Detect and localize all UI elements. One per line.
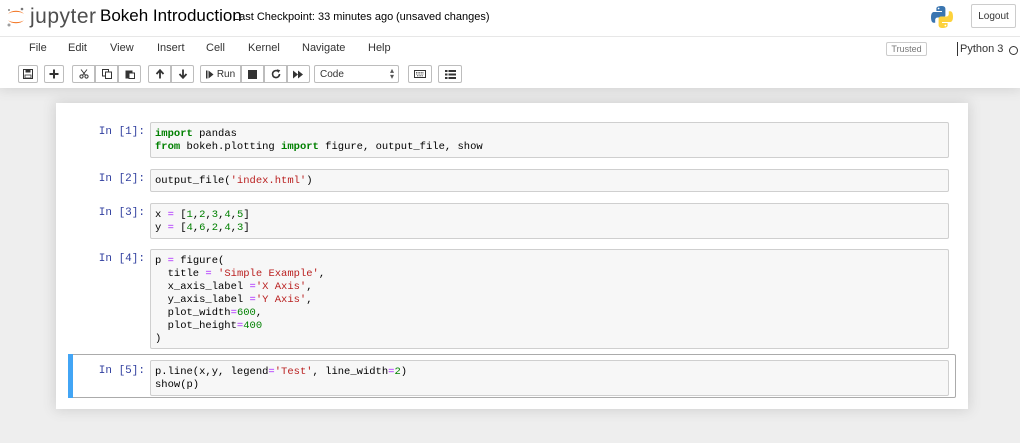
move-up-button[interactable] xyxy=(148,65,171,83)
menu-bar: File Edit View Insert Cell Kernel Naviga… xyxy=(0,36,1020,60)
menu-navigate[interactable]: Navigate xyxy=(302,42,345,54)
restart-button[interactable] xyxy=(264,65,287,83)
jupyter-logo[interactable]: jupyter xyxy=(6,5,97,28)
arrow-up-icon xyxy=(155,69,164,79)
kernel-separator xyxy=(957,42,958,56)
code-cell[interactable]: In [2]: output_file('index.html') xyxy=(68,167,956,194)
notebook-container: In [1]: import pandas from bokeh.plottin… xyxy=(56,103,968,409)
restart-run-all-button[interactable] xyxy=(287,65,310,83)
code-input[interactable]: p.line(x,y, legend='Test', line_width=2)… xyxy=(150,360,949,396)
trusted-indicator[interactable]: Trusted xyxy=(886,42,927,56)
copy-button[interactable] xyxy=(95,65,118,83)
menu-edit[interactable]: Edit xyxy=(68,42,87,54)
code-token: ] xyxy=(243,222,250,234)
logo-text: jupyter xyxy=(30,5,97,28)
code-token: bokeh.plotting xyxy=(180,141,282,153)
menu-kernel[interactable]: Kernel xyxy=(248,42,280,54)
code-token: pandas xyxy=(199,128,237,140)
run-label: Run xyxy=(216,68,236,80)
kernel-idle-indicator xyxy=(1009,46,1018,55)
step-forward-icon xyxy=(205,70,214,78)
fast-forward-icon xyxy=(293,70,303,78)
input-prompt: In [3]: xyxy=(98,207,145,219)
input-prompt: In [5]: xyxy=(98,365,145,377)
code-token: 'Simple Example' xyxy=(218,268,319,280)
code-token: import xyxy=(281,141,319,153)
interrupt-button[interactable] xyxy=(241,65,264,83)
code-cell[interactable]: In [3]: x = [1,2,3,4,5] y = [4,6,2,4,3] xyxy=(68,201,956,241)
logout-button[interactable]: Logout xyxy=(971,4,1016,28)
cell-type-value: Code xyxy=(320,68,344,80)
run-button[interactable]: Run xyxy=(200,65,241,83)
autosave-status: (unsaved changes) xyxy=(396,11,490,23)
code-token: 'index.html' xyxy=(230,175,307,187)
code-input[interactable]: x = [1,2,3,4,5] y = [4,6,2,4,3] xyxy=(150,203,949,239)
insert-cell-button[interactable] xyxy=(44,65,64,83)
code-token: ) xyxy=(306,175,313,187)
command-palette-button[interactable] xyxy=(408,65,432,83)
menu-insert[interactable]: Insert xyxy=(157,42,185,54)
code-token: 'X Axis' xyxy=(255,281,307,293)
menu-file[interactable]: File xyxy=(29,42,47,54)
cell-type-select[interactable]: Code ▴ ▾ xyxy=(314,65,399,83)
arrow-down-icon xyxy=(178,69,187,79)
input-prompt: In [2]: xyxy=(98,173,145,185)
code-token: 600 xyxy=(236,307,256,319)
code-input[interactable]: p = figure( title = 'Simple Example', x_… xyxy=(150,249,949,349)
input-prompt: In [4]: xyxy=(98,253,145,265)
keyboard-icon xyxy=(414,70,426,78)
toolbar: Run Code ▴ ▾ xyxy=(0,62,1020,86)
code-token: import xyxy=(155,128,193,140)
code-cell[interactable]: In [4]: p = figure( title = 'Simple Exam… xyxy=(68,247,956,351)
code-token: , line_width xyxy=(312,366,389,378)
menu-help[interactable]: Help xyxy=(368,42,391,54)
jupyter-logo-icon xyxy=(7,7,24,27)
code-token: ) xyxy=(155,333,162,345)
code-token: p.line(x,y, legend xyxy=(155,366,269,378)
code-token: 'Y Axis' xyxy=(255,294,307,306)
code-input[interactable]: import pandas from bokeh.plotting import… xyxy=(150,122,949,158)
code-token: [ xyxy=(173,222,187,234)
paste-button[interactable] xyxy=(118,65,141,83)
menu-cell[interactable]: Cell xyxy=(206,42,225,54)
code-token: x xyxy=(155,209,168,221)
save-button[interactable] xyxy=(18,65,38,83)
code-token: output_file( xyxy=(155,175,231,187)
cut-icon xyxy=(78,69,89,79)
code-input[interactable]: output_file('index.html') xyxy=(150,169,949,192)
paste-icon xyxy=(125,70,135,79)
cut-button[interactable] xyxy=(72,65,95,83)
kernel-name: Python 3 xyxy=(960,43,1004,55)
toggle-list-button[interactable] xyxy=(438,65,462,83)
restart-icon xyxy=(271,69,280,79)
notebook-header: jupyter Bokeh Introduction Last Checkpoi… xyxy=(0,0,1020,88)
code-token: 400 xyxy=(243,320,263,332)
code-token: 'Test' xyxy=(274,366,313,378)
python-logo-icon xyxy=(931,6,953,28)
menu-view[interactable]: View xyxy=(110,42,134,54)
code-token: figure, output_file, show xyxy=(318,141,483,153)
code-token: from xyxy=(155,141,181,153)
list-icon xyxy=(444,69,456,79)
stop-icon xyxy=(248,69,257,79)
code-token: p xyxy=(155,255,168,267)
move-down-button[interactable] xyxy=(171,65,194,83)
plus-icon xyxy=(49,69,59,79)
select-arrows-icon: ▴ ▾ xyxy=(389,66,394,81)
code-token: [ xyxy=(173,209,187,221)
code-cell[interactable]: In [1]: import pandas from bokeh.plottin… xyxy=(68,120,956,160)
save-icon xyxy=(23,69,33,79)
checkpoint-status: Last Checkpoint: 33 minutes ago xyxy=(233,11,394,23)
copy-icon xyxy=(101,69,112,79)
input-prompt: In [1]: xyxy=(98,126,145,138)
notebook-name[interactable]: Bokeh Introduction xyxy=(100,6,242,26)
code-cell-selected[interactable]: In [5]: p.line(x,y, legend='Test', line_… xyxy=(68,354,956,398)
